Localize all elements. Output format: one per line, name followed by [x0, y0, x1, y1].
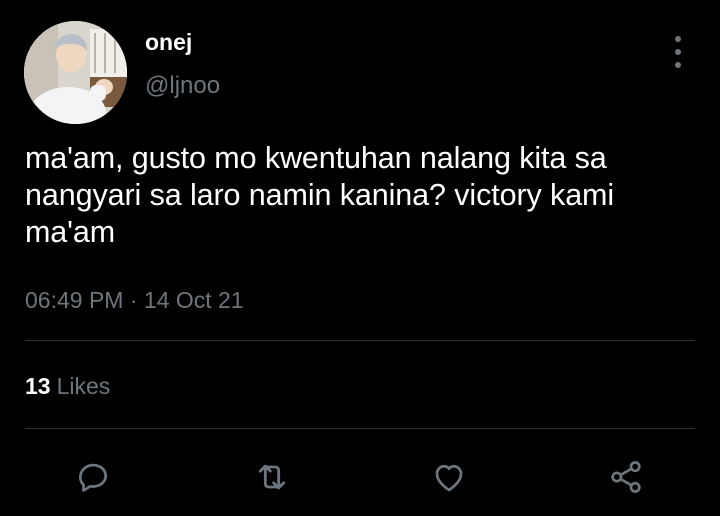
- avatar[interactable]: [24, 21, 127, 124]
- tweet-date[interactable]: 14 Oct 21: [144, 287, 244, 313]
- retweet-icon: [258, 464, 286, 490]
- reply-icon: [78, 463, 108, 492]
- tweet-timestamp: 06:49 PM · 14 Oct 21: [25, 285, 244, 315]
- divider: [25, 340, 695, 341]
- more-options-icon[interactable]: [664, 36, 692, 68]
- tweet-text: ma'am, gusto mo kwentuhan nalang kita sa…: [25, 141, 615, 249]
- retweet-button[interactable]: [252, 457, 292, 497]
- user-handle[interactable]: @ljnoo: [145, 71, 220, 101]
- more-dot: [675, 62, 681, 68]
- like-button[interactable]: [429, 457, 469, 497]
- likes-count: 13: [25, 373, 51, 399]
- timestamp-separator: ·: [129, 287, 138, 313]
- share-button[interactable]: [606, 457, 646, 497]
- like-icon: [435, 464, 463, 492]
- more-dot: [675, 36, 681, 42]
- likes-label: Likes: [56, 373, 111, 399]
- share-icon: [611, 461, 641, 493]
- divider: [25, 428, 695, 429]
- reply-button[interactable]: [73, 457, 113, 497]
- likes-stat[interactable]: 13 Likes: [25, 371, 110, 401]
- more-dot: [675, 49, 681, 55]
- display-name[interactable]: onej: [145, 27, 192, 57]
- tweet-time[interactable]: 06:49 PM: [25, 287, 123, 313]
